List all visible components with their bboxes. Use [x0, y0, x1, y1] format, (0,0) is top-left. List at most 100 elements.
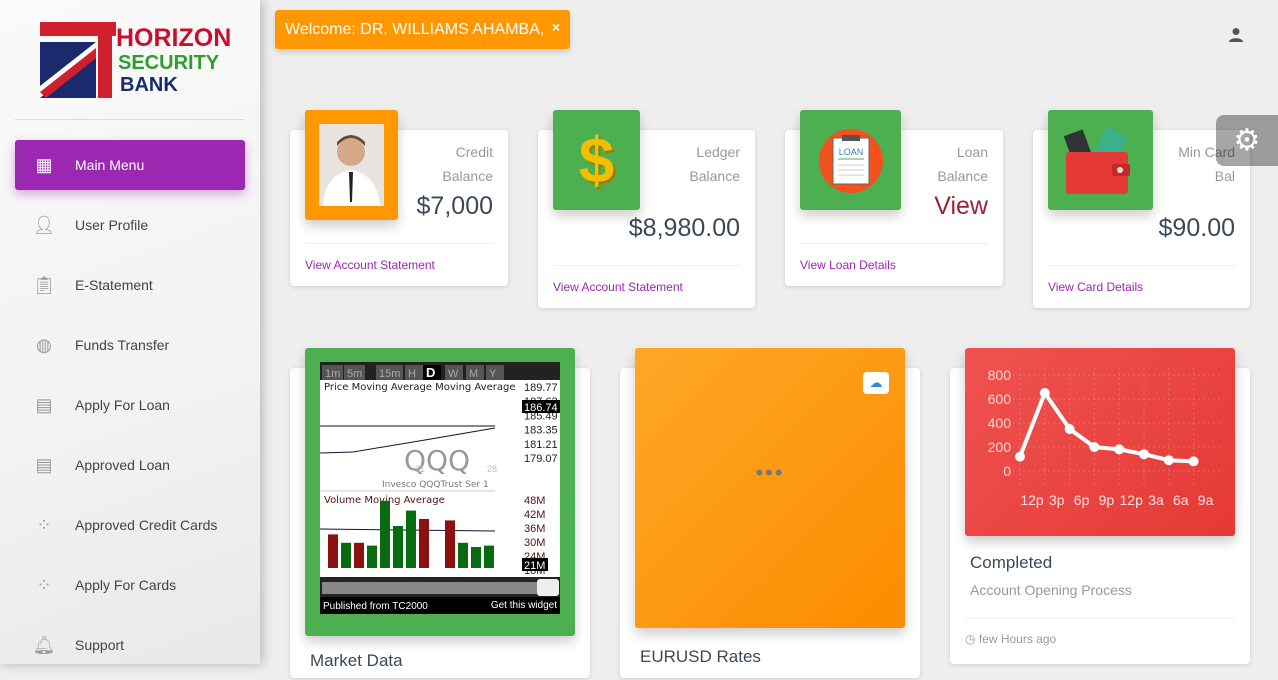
market-data-title: Market Data: [310, 651, 403, 670]
y-tick-label: 200: [988, 439, 1012, 455]
card-category: Bal: [1214, 168, 1235, 184]
credit-balance-value: $7,000: [416, 192, 493, 220]
card-category: Loan: [956, 144, 988, 160]
cloud-icon: ☁: [863, 372, 889, 394]
data-point: [1064, 424, 1075, 434]
y-tick-label: 800: [988, 367, 1012, 383]
data-point: [1089, 442, 1100, 452]
sidebar-item-label: Approved Credit Cards: [75, 517, 218, 533]
x-tick-label: 12p: [1020, 492, 1044, 508]
data-point: [1114, 444, 1125, 455]
price-current: 186.74: [524, 402, 558, 414]
sidebar-item-user-profile[interactable]: 👤︎ User Profile: [15, 200, 245, 250]
volume-bar: [484, 545, 494, 568]
get-widget-link: Get this widget: [491, 600, 557, 611]
volume-bar: [458, 542, 468, 568]
sidebar-item-label: Main Menu: [75, 157, 145, 173]
volume-bar: [328, 534, 338, 568]
timeframe-label: 15m: [379, 368, 400, 380]
scroll-handle: [537, 579, 559, 596]
view-account-statement-link[interactable]: View Account Statement: [553, 280, 683, 294]
sidebar-item-e-statement[interactable]: 📋︎ E-Statement: [15, 260, 245, 310]
view-loan-details-link[interactable]: View Loan Details: [800, 258, 896, 272]
x-tick-label: 9a: [1198, 492, 1214, 508]
library-books-icon: ▤: [35, 454, 53, 475]
x-tick-label: 9p: [1099, 492, 1115, 508]
data-point: [1188, 456, 1199, 467]
date-label: 21: [415, 464, 425, 474]
logo-flag-icon: [40, 22, 116, 98]
sidebar-item-approved-loan[interactable]: ▤ Approved Loan: [15, 440, 245, 490]
library-books-icon: ▤: [35, 394, 53, 415]
settings-gear-icon[interactable]: ⚙: [1216, 115, 1278, 166]
volume-tick: 30M: [524, 537, 545, 549]
timeframe-label: Y: [489, 368, 497, 380]
user-account-icon[interactable]: [1228, 27, 1244, 43]
symbol-name: Invesco QQQTrust Ser 1: [382, 480, 489, 490]
sidebar-item-approved-credit-cards[interactable]: ⁘ Approved Credit Cards: [15, 500, 245, 550]
sidebar-item-apply-loan[interactable]: ▤ Apply For Loan: [15, 380, 245, 430]
logo-line3: BANK: [120, 74, 178, 96]
time-ago: few Hours ago: [978, 632, 1057, 646]
bank-logo[interactable]: HORIZON SECURITY BANK: [40, 22, 232, 100]
x-tick-label: 6p: [1074, 492, 1090, 508]
volume-bar: [380, 500, 390, 568]
clock-icon: ◷: [965, 632, 976, 646]
loan-label: LOAN: [839, 147, 864, 157]
volume-tick: 42M: [524, 509, 545, 521]
sidebar: HORIZON SECURITY BANK ▦ Main Menu 👤︎ User …: [0, 0, 260, 664]
view-card-details-link[interactable]: View Card Details: [1048, 280, 1143, 294]
timeframe-label: 1m: [325, 368, 340, 380]
sidebar-item-main-menu[interactable]: ▦ Main Menu: [15, 140, 245, 190]
card-category: Balance: [442, 168, 493, 184]
wallet-icon: [1048, 110, 1153, 210]
line-chart-panel: 0 200 400 600 800 12p 3p 6p 9p 12p 3a 6a 9a: [965, 348, 1235, 536]
volume-tick: 36M: [524, 523, 545, 535]
price-tick: 181.21: [524, 439, 558, 451]
timeframe-label: M: [469, 368, 478, 380]
tc2000-widget[interactable]: 1m 5m 15m H D W M Y Price Moving Average Moving …: [305, 348, 575, 636]
eurusd-widget: ☁ •••: [635, 348, 905, 628]
y-tick-label: 0: [1003, 463, 1011, 479]
completed-subtitle: Account Opening Process: [970, 582, 1132, 598]
sidebar-item-support[interactable]: 🔔︎ Support: [15, 620, 245, 670]
card-category: Ledger: [696, 144, 740, 160]
x-tick-label: 3a: [1148, 492, 1164, 508]
completed-title: Completed: [970, 553, 1053, 572]
loan-balance-view-link[interactable]: View: [934, 192, 988, 221]
sidebar-item-apply-cards[interactable]: ⁘ Apply For Cards: [15, 560, 245, 610]
bell-icon: 🔔︎: [32, 634, 56, 655]
welcome-text: Welcome: DR. WILLIAMS AHAMBA,: [285, 21, 545, 38]
date-label: 28: [487, 464, 497, 474]
dashboard-icon: ▦: [35, 154, 53, 175]
price-tick: 189.77: [524, 382, 558, 394]
view-account-statement-link[interactable]: View Account Statement: [305, 258, 435, 272]
line-chart: 020040060080012p 3p 6p 9p 12p 3a 6a 9a: [988, 367, 1220, 508]
logo-line1: HORIZON: [116, 24, 232, 52]
sidebar-item-label: Approved Loan: [75, 457, 170, 473]
volume-bar: [367, 545, 377, 568]
stock-widget[interactable]: 1m 5m 15m H D W M Y Price Moving Average Moving …: [305, 348, 575, 636]
min-card-balance-value: $90.00: [1158, 214, 1235, 242]
sidebar-nav: ▦ Main Menu 👤︎ User Profile 📋︎ E-Statement …: [15, 140, 245, 680]
volume-bar: [341, 542, 351, 568]
x-tick-label: 3p: [1049, 492, 1065, 508]
close-icon[interactable]: ×: [552, 19, 560, 35]
dollar-sign-icon: $: [553, 110, 640, 210]
globe-icon: ◍: [36, 334, 52, 355]
sidebar-item-funds-transfer[interactable]: ◍ Funds Transfer: [15, 320, 245, 370]
eurusd-title: EURUSD Rates: [640, 647, 761, 666]
sidebar-item-label: Apply For Cards: [75, 577, 177, 593]
volume-bar: [445, 520, 455, 568]
data-point: [1139, 449, 1149, 460]
volume-bar: [471, 547, 481, 568]
ledger-balance-value: $8,980.00: [628, 214, 740, 242]
card-category: Balance: [937, 168, 988, 184]
published-label: Published from TC2000: [323, 601, 428, 612]
loading-indicator: •••: [755, 460, 785, 485]
scroll-bar: [322, 582, 542, 594]
data-point: [1015, 451, 1025, 462]
symbol-watermark: QQQ: [404, 444, 470, 477]
timeframe-label: H: [408, 368, 416, 380]
y-tick-label: 400: [988, 415, 1012, 431]
